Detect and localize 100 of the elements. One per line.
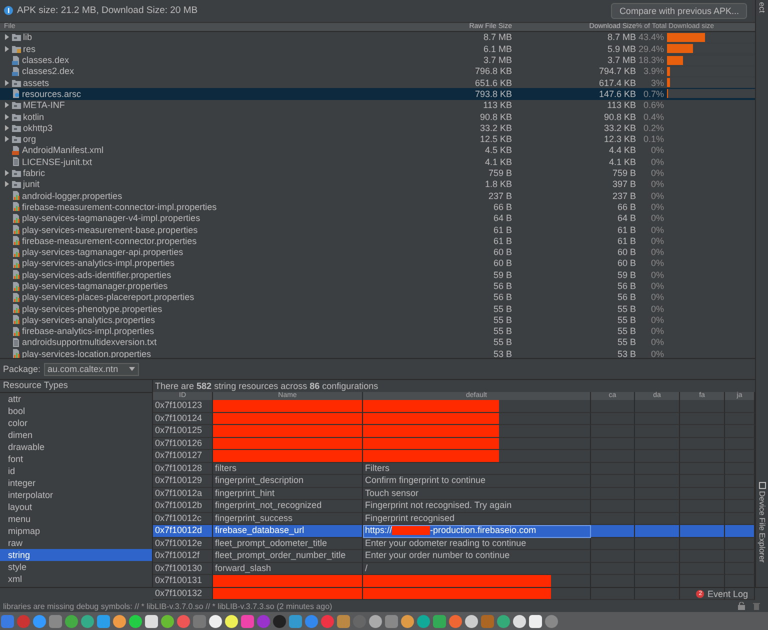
- resource-type-item[interactable]: dimen: [0, 429, 152, 441]
- file-row[interactable]: org 12.5 KB 12.3 KB 0.1%: [0, 134, 755, 145]
- file-row[interactable]: resources.arsc 793.8 KB 147.6 KB 0.7%: [0, 88, 755, 100]
- id-cell[interactable]: 0x7f10012b: [153, 500, 213, 512]
- tool-window-tab[interactable]: Device File Explorer: [758, 482, 766, 563]
- resource-type-item[interactable]: id: [0, 465, 152, 477]
- package-dropdown[interactable]: au.com.caltex.ntn: [44, 362, 139, 376]
- app-icon[interactable]: [209, 614, 222, 628]
- name-cell[interactable]: filters: [213, 462, 363, 475]
- file-row[interactable]: play-services-analytics.properties 55 B 55 B 0%: [0, 314, 755, 326]
- compare-button[interactable]: Compare with previous APK...: [611, 2, 747, 19]
- app-icon[interactable]: [81, 614, 94, 628]
- file-row[interactable]: androidsupportmultidexversion.txt 55 B 55 B 0%: [0, 336, 755, 348]
- resource-type-item[interactable]: integer: [0, 477, 152, 489]
- app-icon[interactable]: [113, 614, 126, 628]
- resource-type-item[interactable]: drawable: [0, 441, 152, 453]
- app-icon[interactable]: [465, 614, 478, 628]
- file-name: okhttp3: [23, 122, 53, 133]
- resource-type-item[interactable]: menu: [0, 513, 152, 525]
- raw-size: 55 B: [492, 304, 512, 314]
- resource-type-item[interactable]: interpolator: [0, 489, 152, 501]
- file-row[interactable]: META-INF 113 KB 113 KB 0.6%: [0, 100, 755, 111]
- tool-window-label[interactable]: ect: [758, 2, 766, 13]
- file-row[interactable]: classes2.dex 796.8 KB 794.7 KB 3.9%: [0, 66, 755, 78]
- expand-arrow-icon[interactable]: [4, 102, 10, 108]
- file-row[interactable]: okhttp3 33.2 KB 33.2 KB 0.2%: [0, 122, 755, 134]
- file-row[interactable]: LICENSE-junit.txt 4.1 KB 4.1 KB 0%: [0, 156, 755, 168]
- app-icon[interactable]: [161, 614, 174, 628]
- raw-size: 90.8 KB: [478, 112, 512, 122]
- value-cell[interactable]: Enter your odometer reading to continue: [363, 538, 591, 550]
- app-icon[interactable]: [417, 614, 430, 628]
- app-icon[interactable]: [225, 614, 238, 628]
- file-row[interactable]: firebase-measurement-connector.properties 61 B 61 B 0%: [0, 235, 755, 246]
- download-size: 55 B: [616, 337, 636, 348]
- resource-type-item[interactable]: style: [0, 561, 152, 573]
- file-row[interactable]: play-services-tagmanager-v4-impl.properties 64 B 64 B 0%: [0, 212, 755, 224]
- resource-type-item[interactable]: string: [0, 549, 152, 561]
- app-icon[interactable]: [513, 614, 526, 628]
- file-row[interactable]: lib 8.7 MB 8.7 MB 43.4%: [0, 32, 755, 44]
- file-row[interactable]: firebase-analytics-impl.properties 55 B 55 B 0%: [0, 326, 755, 337]
- file-row[interactable]: junit 1.8 KB 397 B 0%: [0, 178, 755, 190]
- name-cell[interactable]: fleet_prompt_order_number_title: [213, 550, 363, 562]
- app-icon[interactable]: [145, 614, 158, 628]
- resource-type-item[interactable]: layout: [0, 501, 152, 513]
- value-cell[interactable]: Confirm fingerprint to continue: [363, 475, 591, 488]
- name-cell[interactable]: fleet_prompt_odometer_title: [213, 538, 363, 550]
- app-icon[interactable]: [529, 614, 542, 628]
- file-row[interactable]: play-services-places-placereport.properties 56 B 56 B 0%: [0, 292, 755, 303]
- id-cell[interactable]: 0x7f10012e: [153, 538, 213, 550]
- file-row[interactable]: play-services-measurement-base.properties 61 B 61 B 0%: [0, 224, 755, 236]
- expand-arrow-icon[interactable]: [4, 46, 10, 52]
- expand-arrow-icon[interactable]: [4, 136, 10, 142]
- name-cell[interactable]: fingerprint_description: [213, 475, 363, 488]
- file-row[interactable]: firebase-measurement-connector-impl.properties 66 B 66 B 0%: [0, 201, 755, 213]
- download-size: 60 B: [616, 258, 636, 268]
- id-cell[interactable]: 0x7f100129: [153, 475, 213, 488]
- expand-arrow-icon[interactable]: [4, 114, 10, 120]
- resource-type-item[interactable]: mipmap: [0, 525, 152, 537]
- id-cell[interactable]: 0x7f100128: [153, 462, 213, 475]
- file-row[interactable]: kotlin 90.8 KB 90.8 KB 0.4%: [0, 110, 755, 122]
- resource-type-item[interactable]: xml: [0, 573, 152, 585]
- value-cell[interactable]: Enter your order number to continue: [363, 550, 591, 562]
- file-row[interactable]: play-services-tagmanager-api.properties 60 B 60 B 0%: [0, 246, 755, 258]
- id-cell[interactable]: 0x7f10012f: [153, 550, 213, 562]
- file-row[interactable]: play-services-phenotype.properties 55 B 55 B 0%: [0, 302, 755, 314]
- edit-field[interactable]: https:// -production.firebaseio.com: [363, 525, 591, 538]
- expand-arrow-icon[interactable]: [4, 181, 10, 188]
- file-row[interactable]: play-services-ads-identifier.properties 59 B 59 B 0%: [0, 269, 755, 280]
- file-row[interactable]: play-services-tagmanager.properties 56 B 56 B 0%: [0, 280, 755, 292]
- file-row[interactable]: assets 651.6 KB 617.4 KB 3%: [0, 77, 755, 88]
- event-log-link[interactable]: Event Log: [707, 589, 748, 599]
- id-cell[interactable]: 0x7f100130: [153, 562, 213, 575]
- name-cell[interactable]: fingerprint_not_recognized: [213, 500, 363, 512]
- file-row[interactable]: AndroidManifest.xml 4.5 KB 4.4 KB 0%: [0, 144, 755, 156]
- file-row[interactable]: classes.dex 3.7 MB 3.7 MB 18.3%: [0, 54, 755, 66]
- app-icon[interactable]: [401, 614, 414, 628]
- value-cell[interactable]: Fingerprint not recognised. Try again: [363, 500, 591, 512]
- resource-type-item[interactable]: bool: [0, 405, 152, 417]
- value-cell[interactable]: Touch sensor: [363, 488, 591, 500]
- resource-type-item[interactable]: color: [0, 417, 152, 429]
- expand-arrow-icon[interactable]: [4, 34, 10, 40]
- app-icon[interactable]: [369, 614, 382, 628]
- expand-arrow-icon[interactable]: [4, 170, 10, 176]
- resource-type-item[interactable]: attr: [0, 393, 152, 405]
- file-row[interactable]: android-logger.properties 237 B 237 B 0%: [0, 190, 755, 202]
- app-icon[interactable]: [129, 614, 142, 628]
- id-cell[interactable]: 0x7f10012d: [153, 525, 213, 538]
- resource-type-item[interactable]: font: [0, 453, 152, 465]
- download-size: 55 B: [616, 314, 636, 325]
- file-row[interactable]: play-services-analytics-impl.properties 60 B 60 B 0%: [0, 258, 755, 270]
- expand-arrow-icon[interactable]: [4, 124, 10, 131]
- resource-type-item[interactable]: raw: [0, 537, 152, 549]
- expand-arrow-icon[interactable]: [4, 80, 10, 86]
- percent-text: 0%: [650, 258, 664, 268]
- file-row[interactable]: res 6.1 MB 5.9 MB 29.4%: [0, 43, 755, 54]
- value-cell[interactable]: Filters: [363, 462, 591, 475]
- id-cell[interactable]: 0x7f10012a: [153, 488, 213, 500]
- name-cell[interactable]: fingerprint_hint: [213, 488, 363, 500]
- name-cell[interactable]: firebase_database_url: [213, 525, 363, 538]
- file-row[interactable]: fabric 759 B 759 B 0%: [0, 167, 755, 179]
